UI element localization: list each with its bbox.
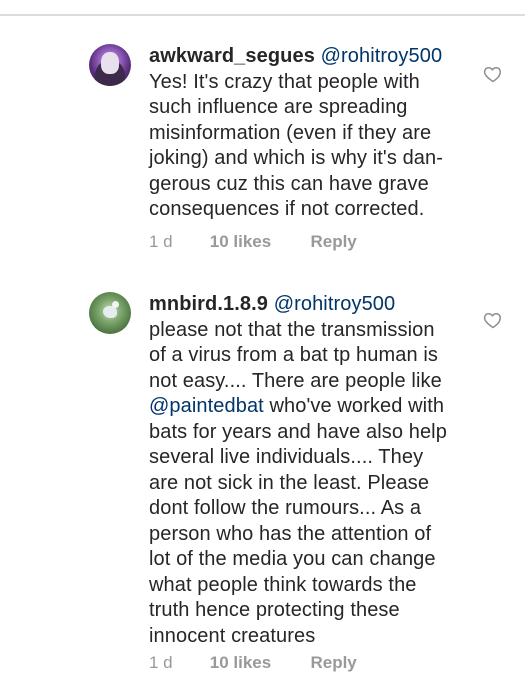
mention-link[interactable]: @rohitroy500 [274, 293, 396, 315]
comment-line: several live individuals.... They [149, 446, 424, 468]
heart-outline-icon[interactable] [483, 310, 503, 330]
likes-count[interactable]: 10 likes [210, 232, 306, 252]
heart-outline-icon[interactable] [483, 64, 503, 84]
mention-link[interactable]: @rohitroy500 [321, 45, 443, 67]
comment-line: innocent creatures [149, 624, 316, 647]
comment-line: joking) and which is why it's dan- [149, 147, 444, 169]
comment-line: consequences if not corrected. [149, 198, 425, 220]
comment-time: 1 d [149, 653, 173, 672]
comment-time: 1 d [149, 232, 173, 251]
comment-line: are not sick in the least. Please [149, 471, 430, 494]
comment-line: lot of the media you can change [149, 548, 436, 570]
comment-line: dont follow the rumours... As a [149, 497, 422, 519]
comment-line-with-mention: @paintedbat who've worked with [149, 394, 469, 420]
avatar-bird [103, 301, 119, 318]
reply-button[interactable]: Reply [310, 653, 356, 673]
username[interactable]: awkward_segues [149, 45, 315, 67]
comment-header-line: awkward_segues @rohitroy500 [149, 44, 469, 70]
comment-line: not easy.... There are people like [149, 369, 442, 392]
comment-line: truth hence protecting these [149, 599, 400, 621]
comment-line: bats for years and have also help [149, 420, 447, 443]
comment-text: mnbird.1.8.9 @rohitroy500 please not tha… [149, 292, 469, 649]
reply-button[interactable]: Reply [310, 232, 356, 252]
comment-meta: 1 d 10 likes Reply [149, 653, 357, 673]
comment-line: Yes! It's crazy that people with [149, 70, 420, 93]
comment-meta: 1 d 10 likes Reply [149, 232, 357, 252]
top-divider [0, 14, 525, 16]
comment-line-text: who've worked with [269, 395, 445, 417]
comment-line: such influence are spreading [149, 96, 408, 118]
avatar[interactable] [89, 292, 131, 334]
comment-line: please not that the transmission [149, 318, 435, 341]
comment-line: what people think towards the [149, 573, 417, 596]
comment-line: gerous cuz this can have grave [149, 172, 429, 195]
comment-text: awkward_segues @rohitroy500 Yes! It's cr… [149, 44, 469, 223]
comment-line: person who has the attention of [149, 522, 432, 545]
mention-link[interactable]: @paintedbat [149, 395, 264, 417]
avatar-face [101, 52, 119, 74]
comment-line: of a virus from a bat tp human is [149, 344, 438, 366]
comment-header-line: mnbird.1.8.9 @rohitroy500 [149, 292, 469, 318]
avatar[interactable] [89, 44, 131, 86]
likes-count[interactable]: 10 likes [210, 653, 306, 673]
username[interactable]: mnbird.1.8.9 [149, 293, 268, 315]
comment-line: misinformation (even if they are [149, 121, 432, 144]
